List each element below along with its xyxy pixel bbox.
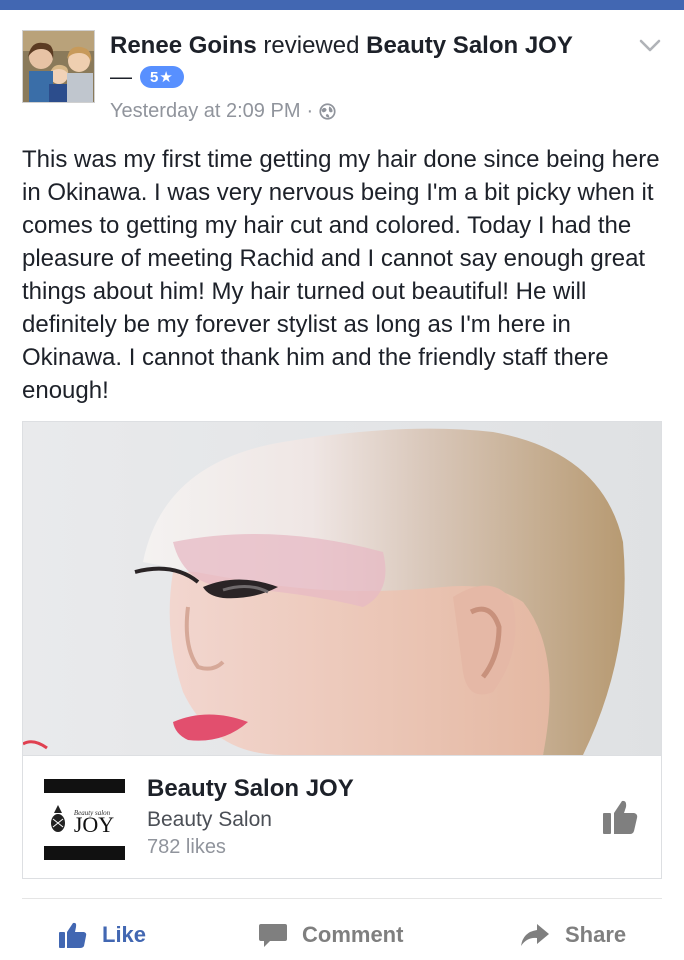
globe-icon[interactable]: [319, 103, 336, 120]
author-name[interactable]: Renee Goins: [110, 32, 257, 59]
rating-row: — 5★: [110, 63, 184, 91]
top-bar: [0, 0, 684, 10]
author-avatar[interactable]: [22, 30, 95, 103]
reviewed-page-name[interactable]: Beauty Salon JOY: [366, 32, 573, 59]
hair-model-photo: [23, 422, 661, 755]
like-button[interactable]: Like: [58, 918, 146, 952]
joy-logo: Beauty salon JOY: [44, 779, 125, 860]
page-logo[interactable]: Beauty salon JOY: [44, 779, 125, 860]
rating-dash: —: [110, 64, 132, 89]
comment-icon: [259, 924, 287, 947]
page-category: Beauty Salon: [147, 808, 272, 831]
share-button[interactable]: Share: [519, 918, 626, 952]
rating-badge: 5★: [140, 66, 184, 88]
meta-separator: ·: [306, 100, 314, 122]
post-timestamp[interactable]: Yesterday at 2:09 PM: [110, 100, 301, 123]
card-footer[interactable]: Beauty salon JOY Beauty Salon JOY Beauty…: [23, 755, 661, 879]
review-action-text: reviewed: [263, 32, 360, 59]
share-icon: [521, 924, 549, 946]
share-label: Share: [565, 922, 627, 947]
page-like-count: 782 likes: [147, 836, 226, 858]
post-meta: Yesterday at 2:09 PM ·: [110, 100, 336, 123]
comment-label: Comment: [302, 922, 404, 947]
post-body-text: This was my first time getting my hair d…: [22, 146, 660, 404]
avatar-photo: [23, 31, 94, 102]
chevron-down-icon[interactable]: [638, 38, 662, 54]
thumbs-up-icon[interactable]: [601, 798, 639, 836]
page-name[interactable]: Beauty Salon JOY: [147, 775, 354, 803]
page-card[interactable]: Beauty salon JOY Beauty Salon JOY Beauty…: [22, 421, 662, 879]
post-header: Renee Goins reviewed Beauty Salon JOY: [110, 32, 573, 60]
comment-button[interactable]: Comment: [258, 918, 403, 952]
card-image[interactable]: [23, 422, 661, 755]
logo-text: JOY: [74, 812, 114, 837]
action-divider: [22, 898, 662, 899]
thumbs-up-icon: [59, 922, 87, 948]
like-label: Like: [102, 922, 147, 947]
